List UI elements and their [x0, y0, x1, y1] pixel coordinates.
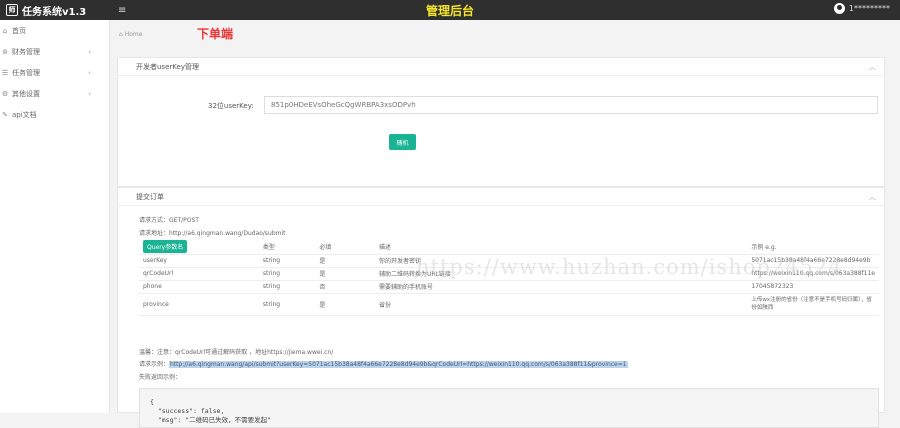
chevron-left-icon: ‹ — [88, 68, 91, 77]
sidebar-item-tasks[interactable]: ☰ 任务管理 ‹ — [0, 62, 109, 83]
page-title: 管理后台 — [425, 4, 474, 18]
chevron-left-icon: ‹ — [88, 47, 91, 56]
collapse-chevron-icon[interactable]: ︿ — [869, 192, 876, 202]
note-text: qrCodeUrl可通过解码获取 ，地址https://jiema.wwei.c… — [175, 349, 334, 356]
param-example: 5071ac15b38a48f4a66e7228e8d94e9b — [747, 254, 879, 268]
home-icon: ⌂ — [2, 26, 8, 35]
list-icon: ☰ — [1, 68, 9, 77]
table-row: province string 是 省份 上传wx注册的省份（注意不是手机号码归… — [139, 293, 879, 316]
param-name: province — [139, 293, 259, 316]
param-name: userKey — [139, 254, 259, 268]
param-desc: 需要辅助的手机账号 — [375, 280, 748, 294]
brand[interactable]: 师 任务系统v1.3 — [0, 0, 110, 20]
order-side-tag: 下单端 — [197, 27, 234, 41]
sidebar-item-label: 其他设置 — [12, 89, 40, 98]
param-required: 是 — [315, 267, 376, 281]
money-icon: ⊚ — [2, 47, 8, 56]
panel-header: 开发者userKey管理 ︿ — [118, 58, 884, 76]
panel-title: 提交订单 — [136, 192, 164, 201]
method-label: 请求方式： — [139, 217, 170, 224]
param-type: string — [258, 267, 316, 281]
sidebar-item-label: 财务管理 — [12, 47, 40, 56]
param-desc: 你的开发者密钥 — [375, 254, 748, 268]
request-url: 请求地址：http://a6.qingman.wang/Dudao/submit — [139, 228, 286, 237]
breadcrumb[interactable]: ⌂ Home — [119, 31, 142, 38]
request-example: 请求示例：http://a6.qingman.wang/api/submit?u… — [139, 359, 628, 368]
param-desc: 辅助二维码转换为URL链接 — [375, 267, 748, 281]
top-navbar: 师 任务系统v1.3 ≡ 管理后台 1********* — [0, 0, 900, 20]
chevron-left-icon: ‹ — [88, 89, 91, 98]
url-value[interactable]: http://a6.qingman.wang/Dudao/submit — [169, 230, 286, 237]
example-url[interactable]: http://a6.qingman.wang/api/submit?userKe… — [169, 361, 628, 368]
table-row: phone string 否 需要辅助的手机账号 17045872323 — [139, 280, 879, 294]
collapse-chevron-icon[interactable]: ︿ — [869, 62, 876, 72]
username: 1********* — [848, 4, 890, 13]
sidebar-item-label: 首页 — [12, 26, 26, 35]
param-type: string — [258, 254, 316, 268]
param-example: 上传wx注册的省份（注意不是手机号码归属），省份如陕西 — [747, 293, 879, 316]
main-content: ⌂ Home 下单端 开发者userKey管理 ︿ 32位userKey: 随机… — [117, 20, 893, 428]
param-name: qrCodeUrl — [139, 267, 259, 281]
column-header: Query参数名 — [139, 240, 259, 255]
user-menu[interactable]: 1********* — [833, 3, 890, 14]
param-name: phone — [139, 280, 259, 294]
url-label: 请求地址： — [139, 230, 170, 237]
param-type: string — [258, 280, 316, 294]
sidebar-item-finance[interactable]: ⊚ 财务管理 ‹ — [0, 41, 109, 62]
hamburger-icon[interactable]: ≡ — [118, 5, 126, 16]
fail-return-label: 失败返回示例： — [139, 374, 182, 381]
note-label: 温馨：注意： — [139, 349, 176, 356]
param-required: 是 — [315, 293, 376, 316]
column-header: 描述 — [375, 240, 748, 255]
column-header: 示例 e.g. — [747, 240, 879, 255]
table-header-row: Query参数名 类型 必填 描述 示例 e.g. — [139, 240, 879, 255]
breadcrumb-home: Home — [124, 31, 143, 38]
brand-name: 任务系统v1.3 — [22, 6, 87, 18]
sidebar: ⌂ 首页 ⊚ 财务管理 ‹ ☰ 任务管理 ‹ ⚙ 其他设置 ‹ ✎ api文档 — [0, 20, 110, 413]
method-value: GET/POST — [169, 217, 199, 224]
param-type: string — [258, 293, 316, 316]
params-table: Query参数名 类型 必填 描述 示例 e.g. userKey string… — [139, 240, 879, 316]
param-required: 是 — [315, 254, 376, 268]
panel-header: 提交订单 ︿ — [118, 188, 884, 206]
home-icon: ⌂ — [119, 31, 123, 38]
param-example: 17045872323 — [747, 280, 879, 294]
user-avatar-icon — [833, 3, 845, 14]
sidebar-item-settings[interactable]: ⚙ 其他设置 ‹ — [0, 83, 109, 104]
userkey-label: 32位userKey: — [208, 102, 254, 110]
request-method: 请求方式：GET/POST — [139, 215, 199, 224]
query-param-badge: Query参数名 — [143, 240, 188, 254]
sidebar-item-label: 任务管理 — [12, 68, 40, 77]
random-key-button[interactable]: 随机 — [389, 134, 416, 150]
decode-note: 温馨：注意：qrCodeUrl可通过解码获取 ，地址https://jiema.… — [139, 347, 333, 356]
userkey-input[interactable] — [264, 96, 878, 114]
param-required: 否 — [315, 280, 376, 294]
sidebar-item-home[interactable]: ⌂ 首页 — [0, 20, 109, 41]
submit-order-panel: 提交订单 ︿ 请求方式：GET/POST 请求地址：http://a6.qing… — [117, 187, 885, 428]
sidebar-item-api-docs[interactable]: ✎ api文档 — [0, 104, 109, 125]
userkey-panel: 开发者userKey管理 ︿ 32位userKey: 随机 — [117, 57, 885, 187]
panel-title: 开发者userKey管理 — [136, 62, 199, 71]
example-label: 请求示例： — [139, 361, 170, 368]
gear-icon: ⚙ — [1, 89, 9, 98]
param-desc: 省份 — [375, 293, 748, 316]
table-row: userKey string 是 你的开发者密钥 5071ac15b38a48f… — [139, 254, 879, 268]
column-header: 必填 — [315, 240, 376, 255]
sidebar-item-label: api文档 — [12, 110, 37, 119]
table-row: qrCodeUrl string 是 辅助二维码转换为URL链接 https:/… — [139, 267, 879, 281]
fail-return-code: { "success": false, "msg": "二维码已失效，不需要发起… — [139, 388, 879, 428]
logo-icon: 师 — [6, 4, 18, 16]
column-header: 类型 — [258, 240, 316, 255]
param-example: https://weixin110.qq.com/s/063a388f11e — [747, 267, 879, 281]
doc-icon: ✎ — [2, 110, 8, 119]
